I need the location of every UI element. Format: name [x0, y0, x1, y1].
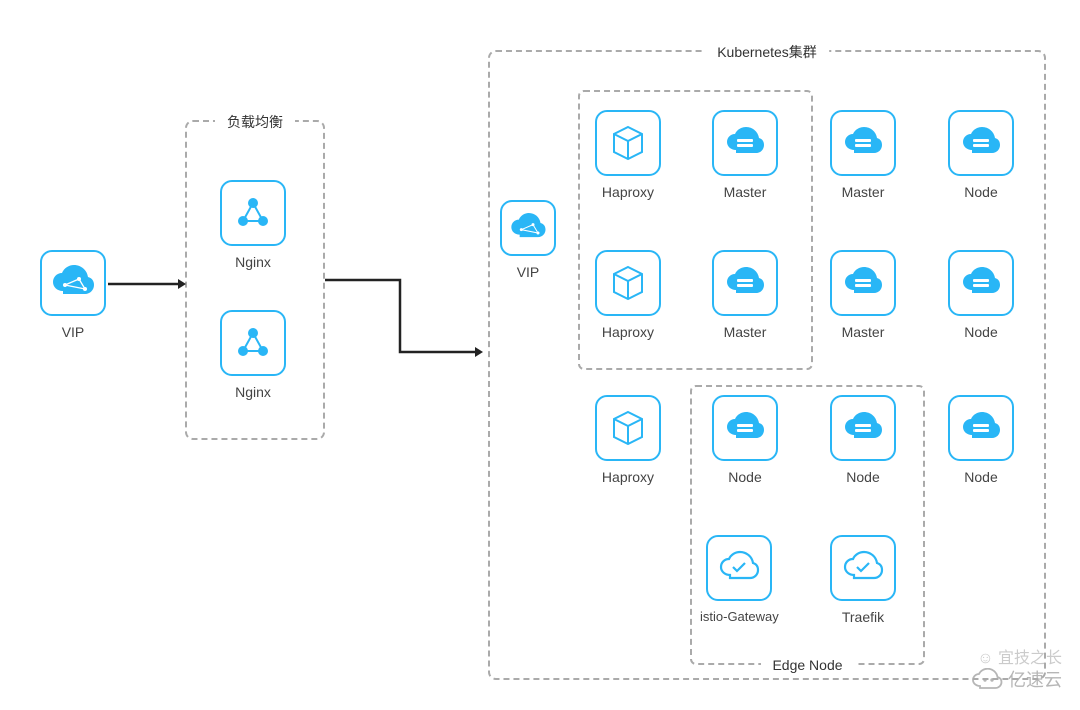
cloud-server-icon: [712, 250, 778, 316]
master-1: Master: [712, 110, 778, 200]
traefik-label: Traefik: [842, 609, 884, 625]
master-1-label: Master: [724, 184, 767, 200]
node-5: Node: [948, 395, 1014, 485]
traefik: Traefik: [830, 535, 896, 625]
haproxy-2: Haproxy: [595, 250, 661, 340]
cube-outline-icon: [595, 110, 661, 176]
kube-title: Kubernetes集群: [705, 42, 829, 62]
haproxy-2-label: Haproxy: [602, 324, 654, 340]
haproxy-1: Haproxy: [595, 110, 661, 200]
cloud-network-icon: [40, 250, 106, 316]
watermark-cloud: 亿速云: [970, 666, 1062, 692]
node-1: Node: [948, 110, 1014, 200]
master-2-label: Master: [842, 184, 885, 200]
vip-kube-label: VIP: [517, 264, 540, 280]
master-3-label: Master: [724, 324, 767, 340]
nginx-2: Nginx: [220, 310, 286, 400]
watermark-char: ☺ 宜技之长: [977, 644, 1062, 668]
nginx-1-label: Nginx: [235, 254, 271, 270]
cloud-check-icon: [706, 535, 772, 601]
cube-outline-icon: [595, 250, 661, 316]
cloud-network-icon: [500, 200, 556, 256]
master-2: Master: [830, 110, 896, 200]
istio-label: istio-Gateway: [700, 609, 779, 624]
edge-title: Edge Node: [760, 657, 854, 673]
cloud-server-icon: [948, 395, 1014, 461]
haproxy-1-label: Haproxy: [602, 184, 654, 200]
cloud-server-icon: [948, 110, 1014, 176]
istio-gateway: istio-Gateway: [700, 535, 779, 624]
node-2-label: Node: [964, 324, 997, 340]
node-2: Node: [948, 250, 1014, 340]
node-5-label: Node: [964, 469, 997, 485]
vip-left: VIP: [40, 250, 106, 340]
cloud-server-icon: [830, 250, 896, 316]
cloud-server-icon: [948, 250, 1014, 316]
lb-title: 负载均衡: [215, 112, 295, 132]
nginx-2-label: Nginx: [235, 384, 271, 400]
node-1-label: Node: [964, 184, 997, 200]
cloud-server-icon: [712, 110, 778, 176]
cube-outline-icon: [595, 395, 661, 461]
master-4: Master: [830, 250, 896, 340]
haproxy-3-label: Haproxy: [602, 469, 654, 485]
vip-left-label: VIP: [62, 324, 85, 340]
nginx-1: Nginx: [220, 180, 286, 270]
arrow-lb-kube: [325, 280, 485, 360]
vip-kube: VIP: [500, 200, 556, 280]
master-4-label: Master: [842, 324, 885, 340]
network-nodes-icon: [220, 310, 286, 376]
arrow-vip-lb: [108, 282, 186, 286]
network-nodes-icon: [220, 180, 286, 246]
haproxy-3: Haproxy: [595, 395, 661, 485]
master-3: Master: [712, 250, 778, 340]
cloud-server-icon: [830, 110, 896, 176]
cloud-check-icon: [830, 535, 896, 601]
